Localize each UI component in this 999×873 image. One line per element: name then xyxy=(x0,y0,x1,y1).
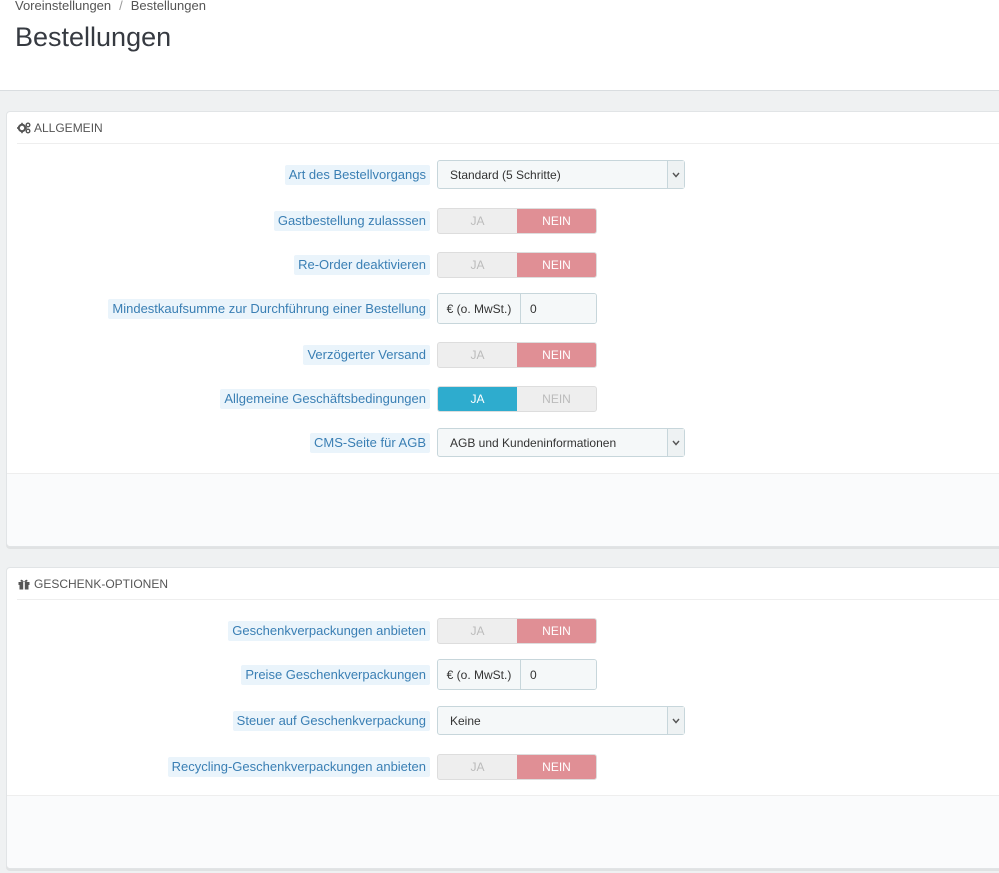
offer-gift-wrap-label: Geschenkverpackungen anbieten xyxy=(228,621,430,641)
offer-gift-wrap-no[interactable]: NEIN xyxy=(517,619,596,643)
recycled-packaging-label: Recycling-Geschenkverpackungen anbieten xyxy=(167,757,430,777)
terms-no[interactable]: NEIN xyxy=(517,387,596,411)
gift-wrap-tax-select[interactable]: Keine xyxy=(437,706,685,735)
page-header: Voreinstellungen / Bestellungen Bestellung… xyxy=(0,0,999,91)
order-process-type-label: Art des Bestellvorgangs xyxy=(284,165,430,185)
recycled-packaging-switch[interactable]: JA NEIN xyxy=(437,754,597,780)
min-purchase-currency-addon: € (o. MwSt.) xyxy=(438,294,521,323)
breadcrumb-current: Bestellungen xyxy=(130,0,206,13)
gift-icon xyxy=(17,577,31,591)
guest-checkout-label: Gastbestellung zulasssen xyxy=(273,211,430,231)
cogs-icon xyxy=(17,121,31,135)
min-purchase-input-group: € (o. MwSt.) 0 xyxy=(437,293,597,324)
disable-reorder-no[interactable]: NEIN xyxy=(517,253,596,277)
delayed-shipping-label: Verzögerter Versand xyxy=(303,345,430,365)
terms-yes[interactable]: JA xyxy=(438,387,517,411)
gift-wrap-price-currency-addon: € (o. MwSt.) xyxy=(438,660,521,689)
gift-wrap-price-label: Preise Geschenkverpackungen xyxy=(241,665,430,685)
general-panel: Allgemein Art des Bestellvorgangs Standa… xyxy=(6,111,999,547)
gift-panel-title: Geschenk-Optionen xyxy=(34,576,169,591)
gift-panel-footer xyxy=(7,795,999,868)
guest-checkout-yes[interactable]: JA xyxy=(438,209,517,233)
cms-terms-page-select[interactable]: AGB und Kundeninformationen xyxy=(437,428,685,457)
page-title: Bestellungen xyxy=(15,22,172,52)
chevron-down-icon xyxy=(667,707,684,734)
offer-gift-wrap-yes[interactable]: JA xyxy=(438,619,517,643)
chevron-down-icon xyxy=(667,429,684,456)
min-purchase-label: Mindestkaufsumme zur Durchführung einer … xyxy=(108,299,430,319)
order-process-type-value: Standard (5 Schritte) xyxy=(450,168,561,182)
disable-reorder-switch[interactable]: JA NEIN xyxy=(437,252,597,278)
disable-reorder-yes[interactable]: JA xyxy=(438,253,517,277)
general-panel-title: Allgemein xyxy=(34,120,103,135)
guest-checkout-switch[interactable]: JA NEIN xyxy=(437,208,597,234)
gift-panel: Geschenk-Optionen Geschenkverpackungen a… xyxy=(6,567,999,869)
breadcrumb-parent[interactable]: Voreinstellungen xyxy=(15,0,111,13)
delayed-shipping-yes[interactable]: JA xyxy=(438,343,517,367)
gift-wrap-tax-label: Steuer auf Geschenkverpackung xyxy=(232,711,430,731)
delayed-shipping-no[interactable]: NEIN xyxy=(517,343,596,367)
gift-panel-heading: Geschenk-Optionen xyxy=(17,568,999,600)
general-panel-heading: Allgemein xyxy=(17,112,999,144)
terms-label: Allgemeine Geschäftsbedingungen xyxy=(220,389,430,409)
delayed-shipping-switch[interactable]: JA NEIN xyxy=(437,342,597,368)
cms-terms-page-value: AGB und Kundeninformationen xyxy=(450,436,617,450)
gift-wrap-price-input[interactable]: 0 xyxy=(521,660,596,689)
terms-switch[interactable]: JA NEIN xyxy=(437,386,597,412)
disable-reorder-label: Re-Order deaktivieren xyxy=(294,255,430,275)
breadcrumb-separator: / xyxy=(119,0,123,13)
guest-checkout-no[interactable]: NEIN xyxy=(517,209,596,233)
order-process-type-select[interactable]: Standard (5 Schritte) xyxy=(437,160,685,189)
recycled-packaging-yes[interactable]: JA xyxy=(438,755,517,779)
gift-wrap-price-input-group: € (o. MwSt.) 0 xyxy=(437,659,597,690)
min-purchase-input[interactable]: 0 xyxy=(521,294,596,323)
general-panel-footer xyxy=(7,473,999,546)
breadcrumb: Voreinstellungen / Bestellungen xyxy=(15,0,206,13)
recycled-packaging-no[interactable]: NEIN xyxy=(517,755,596,779)
gift-wrap-tax-value: Keine xyxy=(450,714,481,728)
cms-terms-page-label: CMS-Seite für AGB xyxy=(310,433,430,453)
chevron-down-icon xyxy=(667,161,684,188)
offer-gift-wrap-switch[interactable]: JA NEIN xyxy=(437,618,597,644)
